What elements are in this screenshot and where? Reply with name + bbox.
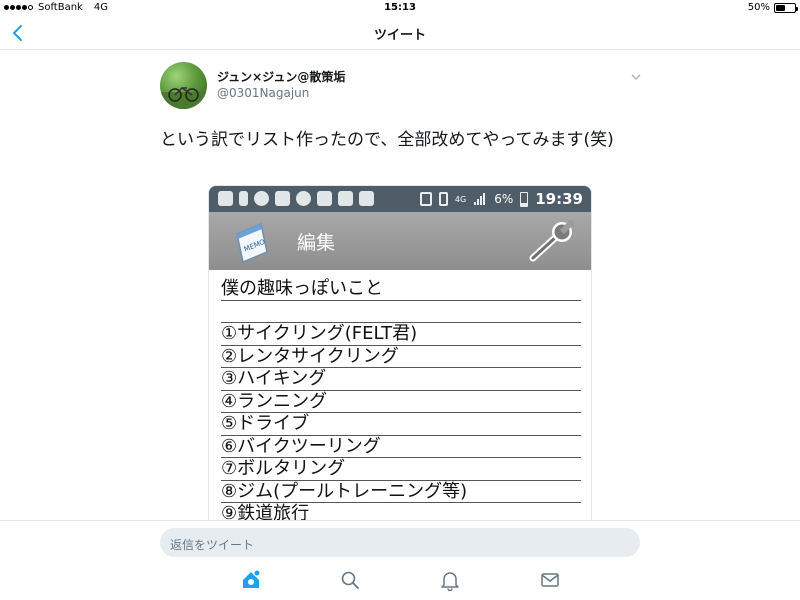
image-icon <box>338 191 353 206</box>
bottom-bar: 返信をツイート <box>0 520 800 600</box>
memo-item: ⑤ドライブ <box>221 413 581 436</box>
memo-body: 僕の趣味っぽいこと ①サイクリング(FELT君) ②レンタサイクリング ③ハイキ… <box>209 278 591 520</box>
android-time: 19:39 <box>535 190 583 208</box>
user-handle[interactable]: @0301Nagajun <box>217 86 309 100</box>
memo-item: ⑦ボルタリング <box>221 458 581 481</box>
chevron-down-icon[interactable] <box>630 72 642 82</box>
memo-heading: 僕の趣味っぽいこと <box>221 278 581 301</box>
search-icon[interactable] <box>339 569 361 591</box>
tweet-text: という訳でリスト作ったので、全部改めてやってみます(笑) <box>160 130 614 150</box>
avatar[interactable] <box>160 62 207 109</box>
play-icon <box>254 191 269 206</box>
battery-icon <box>520 191 529 207</box>
android-status-bar: 4G 6% 19:39 <box>209 186 591 212</box>
android-network: 4G <box>454 194 467 204</box>
display-name[interactable]: ジュン×ジュン@散策垢 <box>217 68 345 85</box>
notifications-icon[interactable] <box>439 569 461 591</box>
reply-input[interactable]: 返信をツイート <box>160 528 640 557</box>
battery-info: 50% <box>747 2 798 13</box>
send-icon <box>275 191 290 206</box>
status-time: 15:13 <box>384 2 416 13</box>
messages-icon[interactable] <box>539 569 561 591</box>
image-icon <box>359 191 374 206</box>
tab-bar <box>0 569 800 593</box>
nav-bar: ツイート <box>0 16 800 50</box>
image-icon <box>317 191 332 206</box>
signal-icon <box>474 193 486 205</box>
weather-icon <box>296 191 311 206</box>
app-bar: MEMO 編集 <box>209 212 591 270</box>
battery-icon <box>774 2 798 13</box>
memo-blank-line <box>221 301 581 323</box>
home-icon[interactable] <box>240 569 262 591</box>
page-title: ツイート <box>373 28 426 43</box>
notification-icon <box>239 191 248 206</box>
android-battery-percent: 6% <box>494 192 514 206</box>
nfc-icon <box>419 192 432 206</box>
memo-item: ⑨鉄道旅行 <box>221 503 581 520</box>
memo-item: ①サイクリング(FELT君) <box>221 323 581 346</box>
android-system-icons: 4G 6% 19:39 <box>419 190 583 208</box>
memo-item: ②レンタサイクリング <box>221 346 581 368</box>
memo-item: ⑧ジム(プールトレーニング等) <box>221 481 581 503</box>
memo-item: ⑥バイクツーリング <box>221 436 581 458</box>
battery-percent: 50% <box>747 2 770 13</box>
notification-icons <box>218 191 374 206</box>
memo-item: ④ランニング <box>221 391 581 413</box>
memo-app-icon: MEMO <box>236 222 268 264</box>
memo-item: ③ハイキング <box>221 368 581 391</box>
ios-status-bar: SoftBank 4G 15:13 50% <box>0 0 800 16</box>
vibrate-icon <box>438 192 448 206</box>
wrench-icon <box>529 220 576 262</box>
notification-icon <box>218 191 233 206</box>
tweet-image[interactable]: 4G 6% 19:39 MEMO 編集 僕の趣味っぽいこと ①サイクリング(FE… <box>208 185 592 520</box>
app-title: 編集 <box>297 232 336 254</box>
